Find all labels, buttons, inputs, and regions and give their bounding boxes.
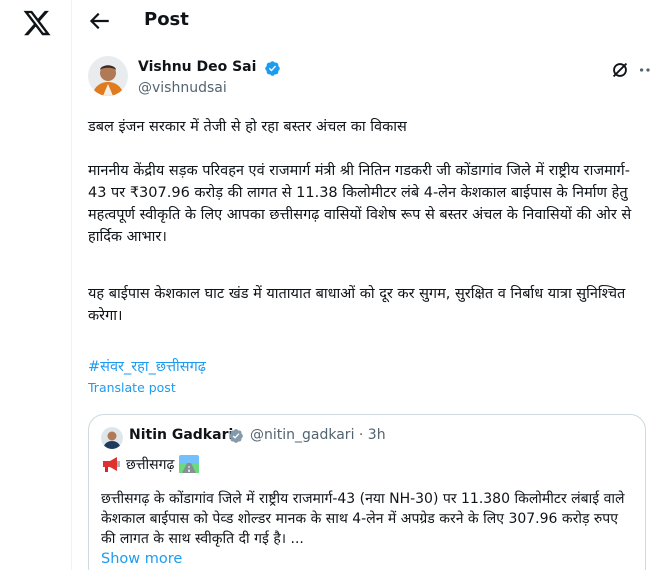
quoted-post[interactable]: Nitin Gadkari @nitin_gadkari · 3h छत्तीस… [88, 414, 646, 570]
post-header: Post [72, 0, 652, 44]
verified-badge-icon [265, 61, 280, 76]
show-more-link[interactable]: Show more [101, 551, 182, 567]
post-author: Vishnu Deo Sai @vishnudsai [88, 56, 650, 102]
grok-icon[interactable] [609, 59, 631, 81]
left-navigation [0, 0, 72, 570]
avatar[interactable] [88, 56, 128, 96]
author-handle[interactable]: @vishnudsai [138, 80, 227, 96]
quote-author-name: Nitin Gadkari [129, 427, 234, 443]
quote-headline-text: छत्तीसगढ़ [126, 456, 175, 473]
quote-body: छत्तीसगढ़ के कोंडागांव जिले में राष्ट्री… [101, 491, 625, 547]
page-title: Post [144, 9, 189, 30]
megaphone-emoji-icon [103, 457, 120, 472]
more-options-icon[interactable] [637, 59, 652, 81]
verified-badge-icon [229, 429, 243, 443]
quote-avatar[interactable] [101, 427, 123, 449]
hashtag-link[interactable]: #संवर_रहा_छत्तीसगढ़ [88, 356, 206, 376]
x-logo-icon[interactable] [22, 8, 52, 38]
quote-headline: छत्तीसगढ़ [101, 453, 200, 475]
post-paragraph-2: माननीय केंद्रीय सड़क परिवहन एवं राजमार्ग… [88, 163, 632, 245]
author-name[interactable]: Vishnu Deo Sai [138, 59, 256, 75]
translate-post-link[interactable]: Translate post [88, 380, 176, 395]
road-emoji-icon [179, 455, 200, 473]
post-paragraph-1: डबल इंजन सरकार में तेजी से हो रहा बस्तर … [88, 119, 407, 135]
post-paragraph-3: यह बाईपास केशकाल घाट खंड में यातायात बाध… [88, 286, 626, 324]
main-column: Post Vishnu Deo Sai @vishnudsai डबल इंजन… [72, 0, 652, 570]
quote-author-handle: @nitin_gadkari · 3h [250, 427, 386, 443]
arrow-left-icon[interactable] [86, 8, 112, 34]
